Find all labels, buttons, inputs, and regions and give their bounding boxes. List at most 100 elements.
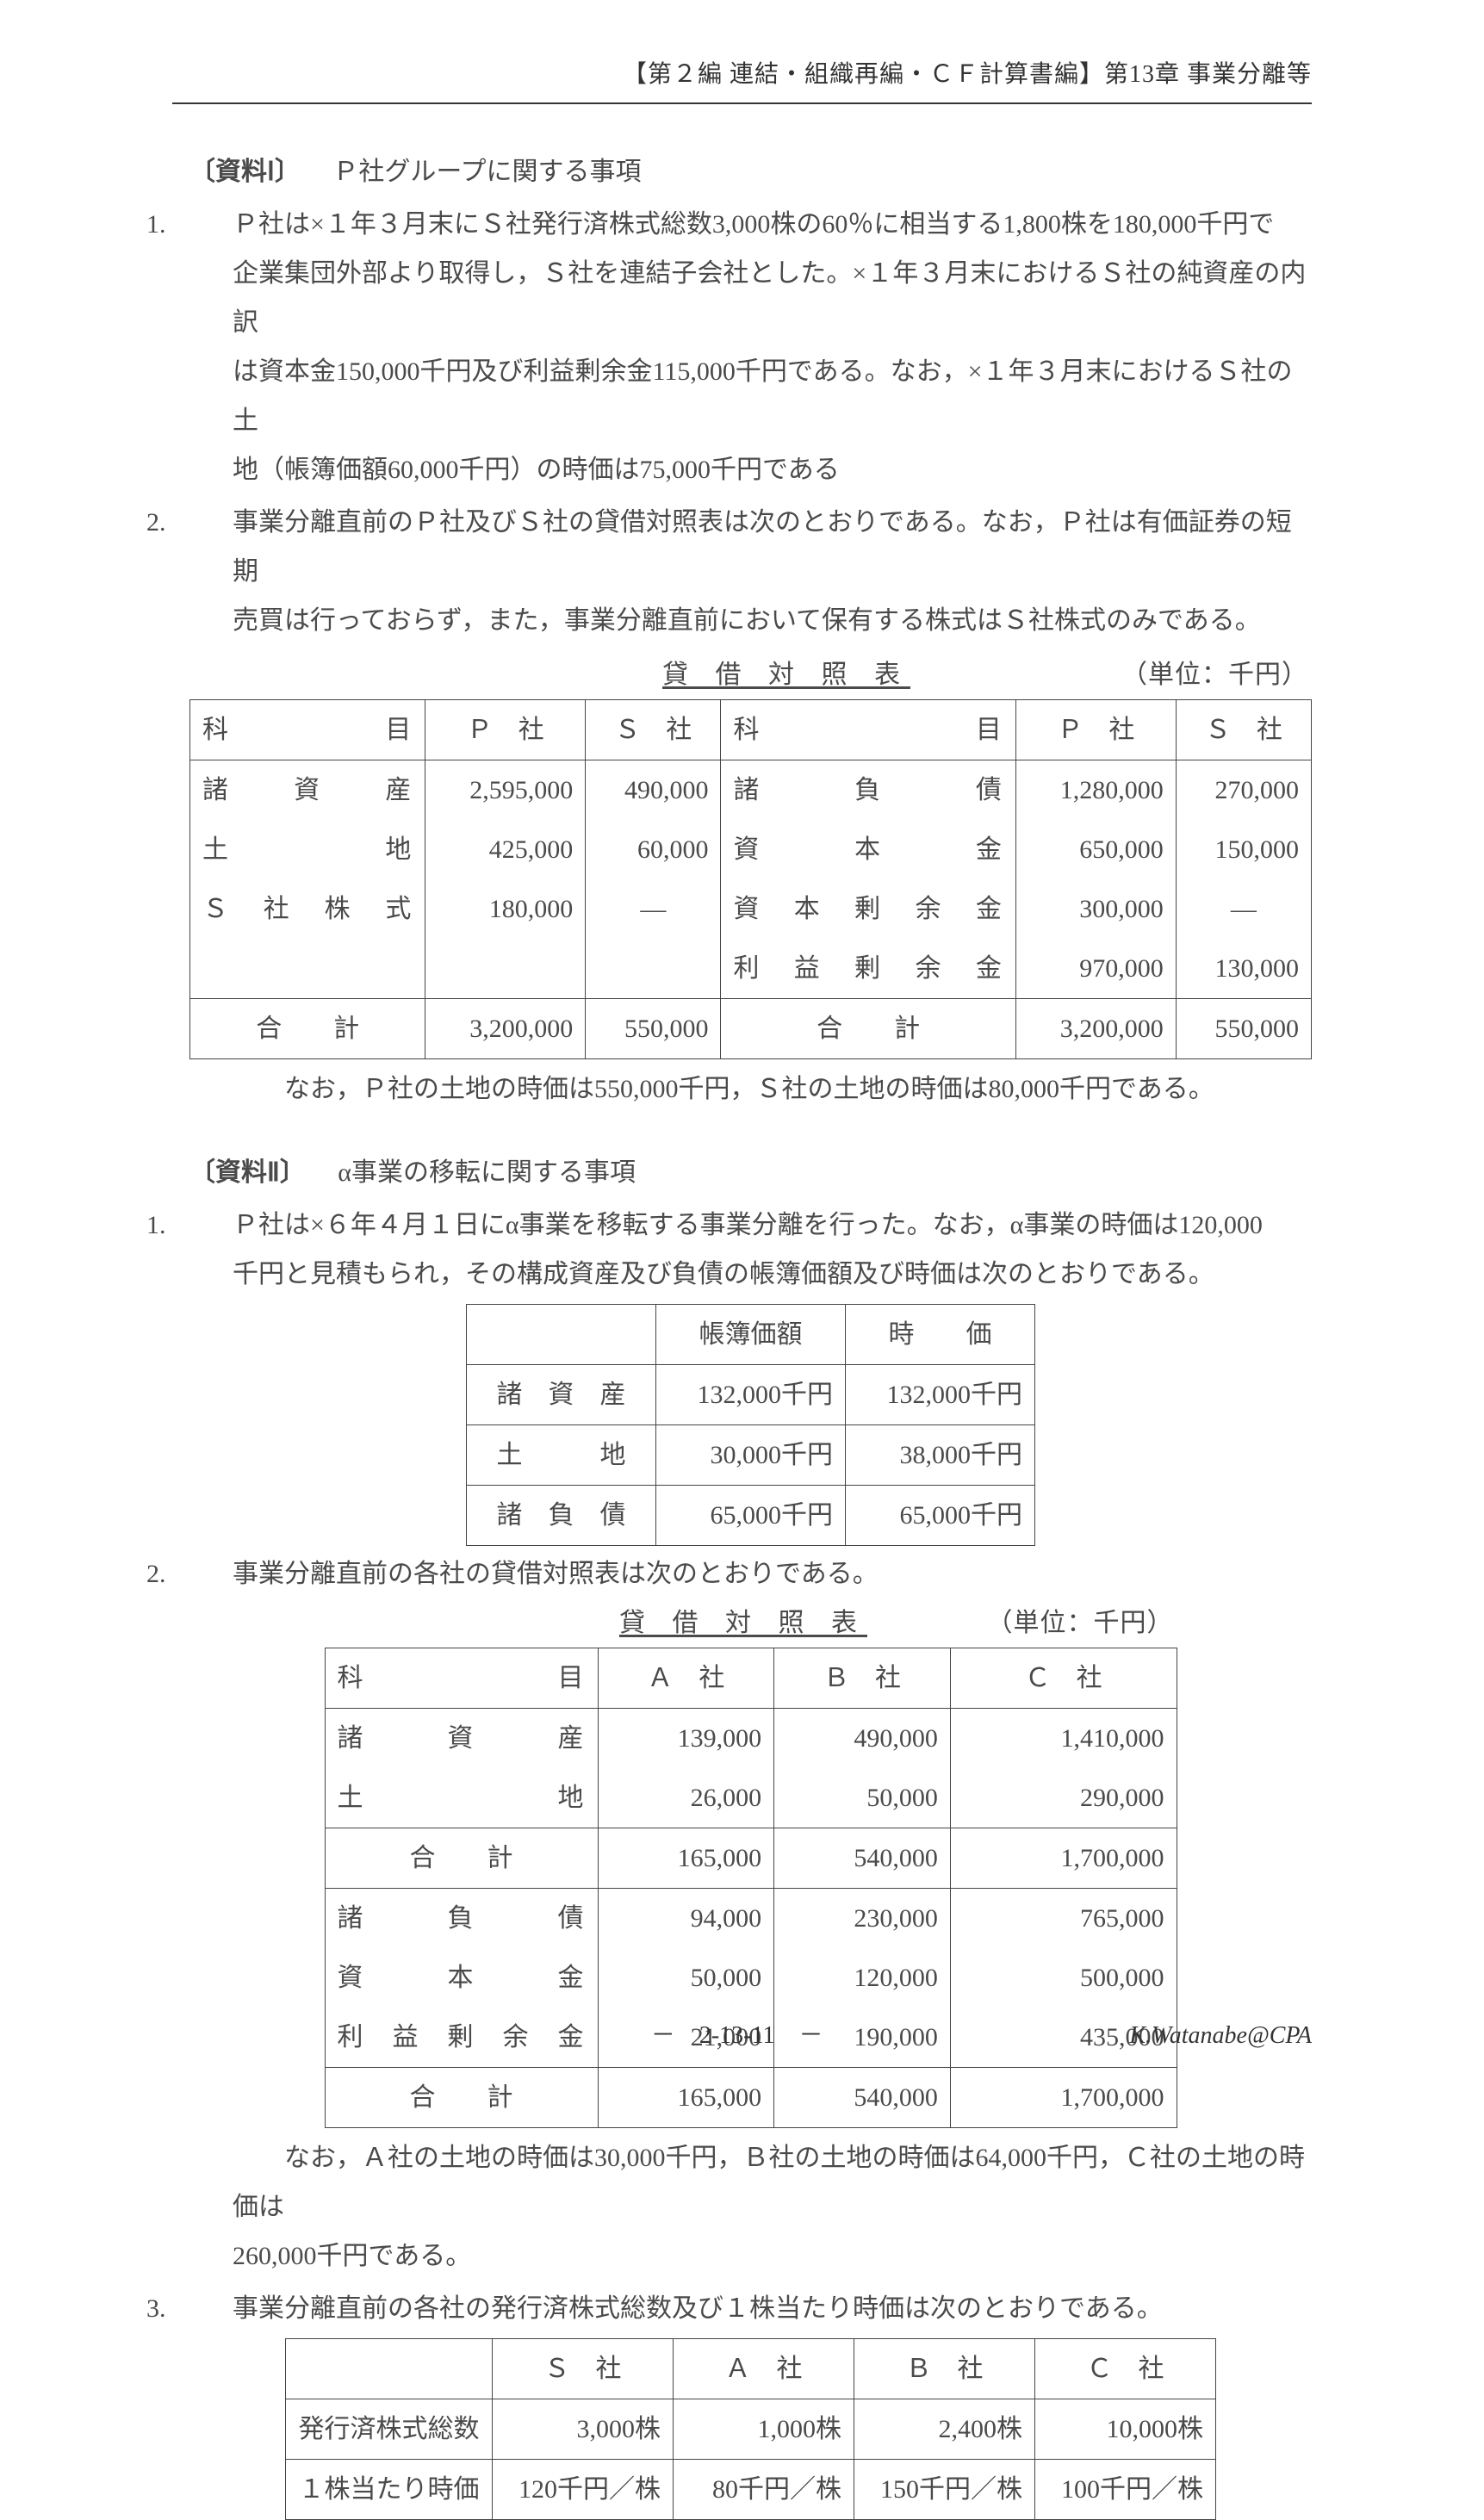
- table1-unit: （単位：千円）: [1121, 650, 1308, 699]
- t3-r3b: 540,000: [774, 1828, 951, 1889]
- sec1-i2-line1: 事業分離直前のＰ社及びＳ社の貸借対照表は次のとおりである。なお，Ｐ社は有価証券の…: [233, 508, 1292, 586]
- t1-r4l: [190, 939, 425, 999]
- table2-wrap: 帳簿価額 時 価 諸 資 産 132,000千円 132,000千円 土 地 3…: [189, 1304, 1312, 1546]
- t4-r2b: 150千円／株: [854, 2460, 1035, 2520]
- t4-h-blank: [286, 2339, 493, 2399]
- t4-r1a: 1,000株: [674, 2399, 854, 2460]
- t3-r7l: 合 計: [325, 2068, 598, 2128]
- t3-h-b: Ｂ 社: [774, 1648, 951, 1709]
- t2-h-book: 帳簿価額: [656, 1305, 846, 1365]
- section-1-title: 〔資料Ⅰ〕 Ｐ社グループに関する事項: [189, 147, 1312, 196]
- t1-r2rl: 資 本 金: [721, 820, 1015, 879]
- t3-r4l: 諸 負 債: [325, 1889, 598, 1949]
- t1-r4rp: 970,000: [1015, 939, 1176, 999]
- sec1-item1: 1.Ｐ社は×１年３月末にＳ社発行済株式総数3,000株の60％に相当する1,80…: [233, 200, 1312, 249]
- table3-note-b: 260,000千円である。: [189, 2231, 1312, 2281]
- document-body: 〔資料Ⅰ〕 Ｐ社グループに関する事項 1.Ｐ社は×１年３月末にＳ社発行済株式総数…: [172, 147, 1312, 2520]
- sec1-i1-line2: 企業集団外部より取得し，Ｓ社を連結子会社とした。×１年３月末におけるＳ社の純資産…: [189, 249, 1312, 347]
- table4-wrap: Ｓ 社 Ａ 社 Ｂ 社 Ｃ 社 発行済株式総数 3,000株 1,000株 2,…: [189, 2338, 1312, 2520]
- sec2-item3: 3.事業分離直前の各社の発行済株式総数及び１株当たり時価は次のとおりである。: [233, 2284, 1312, 2333]
- header-breadcrumb: 【第２編 連結・組織再編・ＣＦ計算書編】第13章 事業分離等: [172, 52, 1312, 97]
- t3-r3l: 合 計: [325, 1828, 598, 1889]
- t2-r1f: 132,000千円: [846, 1365, 1035, 1425]
- t1-h-s-l: Ｓ 社: [586, 700, 721, 760]
- t1-r4s: [586, 939, 721, 999]
- t2-h-blank: [467, 1305, 656, 1365]
- t3-r1b: 490,000: [774, 1709, 951, 1769]
- t3-r2c: 290,000: [950, 1768, 1177, 1828]
- t1-r5rp: 3,200,000: [1015, 999, 1176, 1059]
- t1-r1rp: 1,280,000: [1015, 760, 1176, 821]
- sec1-i1-line1: Ｐ社は×１年３月末にＳ社発行済株式総数3,000株の60％に相当する1,800株…: [233, 210, 1274, 239]
- t1-r4p: [425, 939, 586, 999]
- page-number: － 2-13-11 －: [345, 2013, 1129, 2058]
- t4-r1c: 10,000株: [1035, 2399, 1216, 2460]
- table3-note-a: なお，Ａ社の土地の時価は30,000千円，Ｂ社の土地の時価は64,000千円，Ｃ…: [189, 2133, 1312, 2231]
- t1-r3p: 180,000: [425, 879, 586, 939]
- t3-r1l: 諸 資 産: [325, 1709, 598, 1769]
- t1-h-s-r: Ｓ 社: [1176, 700, 1311, 760]
- sec2-i1-line1: Ｐ社は×６年４月１日にα事業を移転する事業分離を行った。なお，α事業の時価は12…: [233, 1211, 1263, 1239]
- t1-r1p: 2,595,000: [425, 760, 586, 821]
- t4-r1b: 2,400株: [854, 2399, 1035, 2460]
- t1-r5p: 3,200,000: [425, 999, 586, 1059]
- t4-r2c: 100千円／株: [1035, 2460, 1216, 2520]
- t3-r5c: 500,000: [950, 1948, 1177, 2008]
- t3-r5l: 資 本 金: [325, 1948, 598, 2008]
- t3-r2b: 50,000: [774, 1768, 951, 1828]
- sec2-i3-line: 事業分離直前の各社の発行済株式総数及び１株当たり時価は次のとおりである。: [233, 2294, 1163, 2323]
- t1-r4rl: 利 益 剰 余 金: [721, 939, 1015, 999]
- t3-h-kamoku: 科 目: [325, 1648, 598, 1709]
- t1-h-p-r: Ｐ 社: [1015, 700, 1176, 760]
- section-2-prefix: 〔資料Ⅱ〕: [189, 1158, 306, 1187]
- t3-r2a: 26,000: [598, 1768, 774, 1828]
- shares-table: Ｓ 社 Ａ 社 Ｂ 社 Ｃ 社 発行済株式総数 3,000株 1,000株 2,…: [285, 2338, 1216, 2520]
- table1-wrap: 貸 借 対 照 表 （単位：千円） 科 目 Ｐ 社 Ｓ 社 科 目 Ｐ 社 Ｓ …: [189, 650, 1312, 1059]
- table1-title: 貸 借 対 照 表: [451, 650, 1121, 699]
- t1-r2rp: 650,000: [1015, 820, 1176, 879]
- t1-r2rs: 150,000: [1176, 820, 1311, 879]
- table3-title: 貸 借 対 照 表: [500, 1598, 987, 1648]
- t2-r1l: 諸 資 産: [467, 1365, 656, 1425]
- t1-r2p: 425,000: [425, 820, 586, 879]
- t2-r1b: 132,000千円: [656, 1365, 846, 1425]
- t1-r3rp: 300,000: [1015, 879, 1176, 939]
- t1-r3l: Ｓ 社 株 式: [190, 879, 425, 939]
- t1-r1s: 490,000: [586, 760, 721, 821]
- t1-r2l: 土 地: [190, 820, 425, 879]
- sec1-i2-line2: 売買は行っておらず，また，事業分離直前において保有する株式はＳ社株式のみである。: [189, 596, 1312, 645]
- t3-r1c: 1,410,000: [950, 1709, 1177, 1769]
- t4-h-a: Ａ 社: [674, 2339, 854, 2399]
- t1-h-kamoku-r: 科 目: [721, 700, 1015, 760]
- sec2-item2: 2.事業分離直前の各社の貸借対照表は次のとおりである。: [233, 1549, 1312, 1598]
- t2-r3l: 諸 負 債: [467, 1486, 656, 1546]
- t3-r5b: 120,000: [774, 1948, 951, 2008]
- t3-r7b: 540,000: [774, 2068, 951, 2128]
- t3-r3a: 165,000: [598, 1828, 774, 1889]
- t3-r7c: 1,700,000: [950, 2068, 1177, 2128]
- t1-r2s: 60,000: [586, 820, 721, 879]
- t4-r2a: 80千円／株: [674, 2460, 854, 2520]
- t4-h-c: Ｃ 社: [1035, 2339, 1216, 2399]
- t3-h-c: Ｃ 社: [950, 1648, 1177, 1709]
- t1-r3rl: 資 本 剰 余 金: [721, 879, 1015, 939]
- t3-r3c: 1,700,000: [950, 1828, 1177, 1889]
- t4-r2s: 120千円／株: [493, 2460, 674, 2520]
- t1-r1rs: 270,000: [1176, 760, 1311, 821]
- t3-r4c: 765,000: [950, 1889, 1177, 1949]
- t1-r1l: 諸 資 産: [190, 760, 425, 821]
- t1-r1rl: 諸 負 債: [721, 760, 1015, 821]
- t4-r1l: 発行済株式総数: [286, 2399, 493, 2460]
- t3-h-a: Ａ 社: [598, 1648, 774, 1709]
- alpha-business-table: 帳簿価額 時 価 諸 資 産 132,000千円 132,000千円 土 地 3…: [466, 1304, 1035, 1546]
- t4-h-b: Ｂ 社: [854, 2339, 1035, 2399]
- t3-r2l: 土 地: [325, 1768, 598, 1828]
- t3-r5a: 50,000: [598, 1948, 774, 2008]
- t2-r2l: 土 地: [467, 1425, 656, 1486]
- balance-sheet-ps: 科 目 Ｐ 社 Ｓ 社 科 目 Ｐ 社 Ｓ 社 諸 資 産 2,595,000 …: [189, 699, 1312, 1059]
- header-rule: [172, 102, 1312, 104]
- sec1-i1-line4: 地（帳簿価額60,000千円）の時価は75,000千円である: [189, 445, 1312, 494]
- section-2-title: 〔資料Ⅱ〕 α事業の移転に関する事項: [189, 1148, 1312, 1197]
- author-tag: K.Watanabe@CPA: [1129, 2013, 1312, 2058]
- t3-r1a: 139,000: [598, 1709, 774, 1769]
